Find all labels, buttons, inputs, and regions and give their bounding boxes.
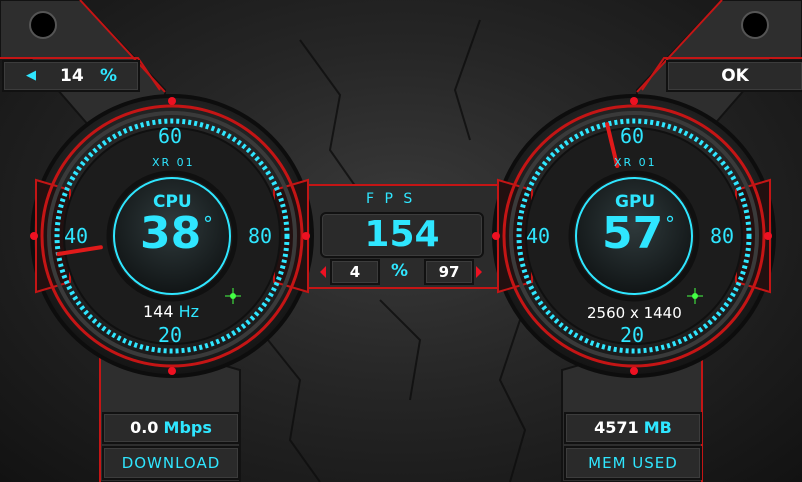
- cpu-tick-right: 80: [248, 224, 273, 248]
- download-button[interactable]: DOWNLOAD: [102, 446, 240, 480]
- cpu-tick-left: 40: [64, 224, 89, 248]
- volume-panel[interactable]: ◀ 14 %: [2, 60, 140, 92]
- download-value: 0.0: [130, 418, 159, 437]
- fps-max-box: 97: [424, 259, 474, 285]
- fps-min-box: 4: [330, 259, 380, 285]
- cpu-model: XR 01: [152, 156, 195, 169]
- download-unit: Mbps: [163, 418, 212, 437]
- cpu-tick-top: 60: [158, 124, 183, 148]
- cpu-refresh: 144 Hz: [143, 302, 199, 321]
- ok-button[interactable]: OK: [666, 60, 802, 92]
- fps-label: F P S: [366, 191, 416, 207]
- gpu-tick-bottom: 20: [620, 323, 645, 347]
- volume-value: 14: [60, 66, 84, 86]
- gpu-temp: 57: [602, 208, 664, 259]
- gpu-tick-right: 80: [710, 224, 735, 248]
- memory-box: 4571 MB: [564, 412, 702, 444]
- fps-min: 4: [349, 263, 361, 281]
- fps-max: 97: [438, 263, 460, 281]
- memory-label: MEM USED: [588, 454, 678, 472]
- gpu-deg: °: [665, 212, 675, 236]
- gpu-tick-top: 60: [620, 124, 645, 148]
- cpu-refresh-value: 144: [143, 302, 174, 321]
- gpu-resolution: 2560 x 1440: [587, 304, 682, 322]
- cpu-tick-bottom: 20: [158, 323, 183, 347]
- fps-display: 154: [320, 212, 484, 258]
- cpu-temp: 38: [140, 208, 202, 259]
- speaker-icon: ◀: [26, 68, 36, 83]
- fps-unit: %: [391, 261, 409, 281]
- volume-unit: %: [100, 66, 118, 86]
- cpu-refresh-unit: Hz: [178, 302, 200, 321]
- ok-label: OK: [721, 66, 749, 86]
- download-box: 0.0 Mbps: [102, 412, 240, 444]
- fps-value: 154: [364, 214, 440, 255]
- download-label: DOWNLOAD: [121, 454, 221, 472]
- memory-value: 4571: [594, 418, 639, 437]
- memory-unit: MB: [643, 418, 672, 437]
- cpu-deg: °: [203, 212, 213, 236]
- gpu-model: XR 01: [614, 156, 657, 169]
- memory-button[interactable]: MEM USED: [564, 446, 702, 480]
- gpu-tick-left: 40: [526, 224, 551, 248]
